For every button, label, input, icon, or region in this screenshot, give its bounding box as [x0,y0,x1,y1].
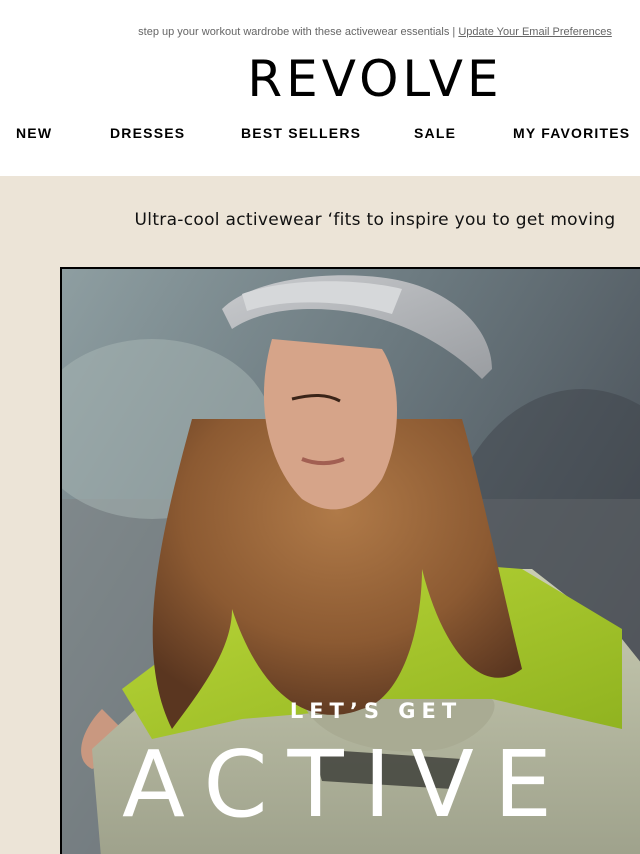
nav-item-sale[interactable]: SALE [414,125,456,141]
nav-item-my-favorites[interactable]: MY FAVORITES [513,125,630,141]
nav-item-best-sellers[interactable]: BEST SELLERS [241,125,361,141]
hero-title: ACTIVE [122,731,572,838]
preheader-text: step up your workout wardrobe with these… [138,26,459,38]
revolve-logo[interactable]: REVOLVE [242,54,508,104]
hero-kicker: LET’S GET [289,699,463,723]
preheader: step up your workout wardrobe with these… [0,26,640,38]
nav-item-dresses[interactable]: DRESSES [110,125,185,141]
email-page: step up your workout wardrobe with these… [0,0,640,854]
update-email-preferences-link[interactable]: Update Your Email Preferences [458,26,611,38]
intro-tagline: Ultra-cool activewear ‘fits to inspire y… [134,210,616,230]
main-nav: NEW DRESSES BEST SELLERS SALE MY FAVORIT… [0,125,640,145]
nav-item-new[interactable]: NEW [16,125,52,141]
